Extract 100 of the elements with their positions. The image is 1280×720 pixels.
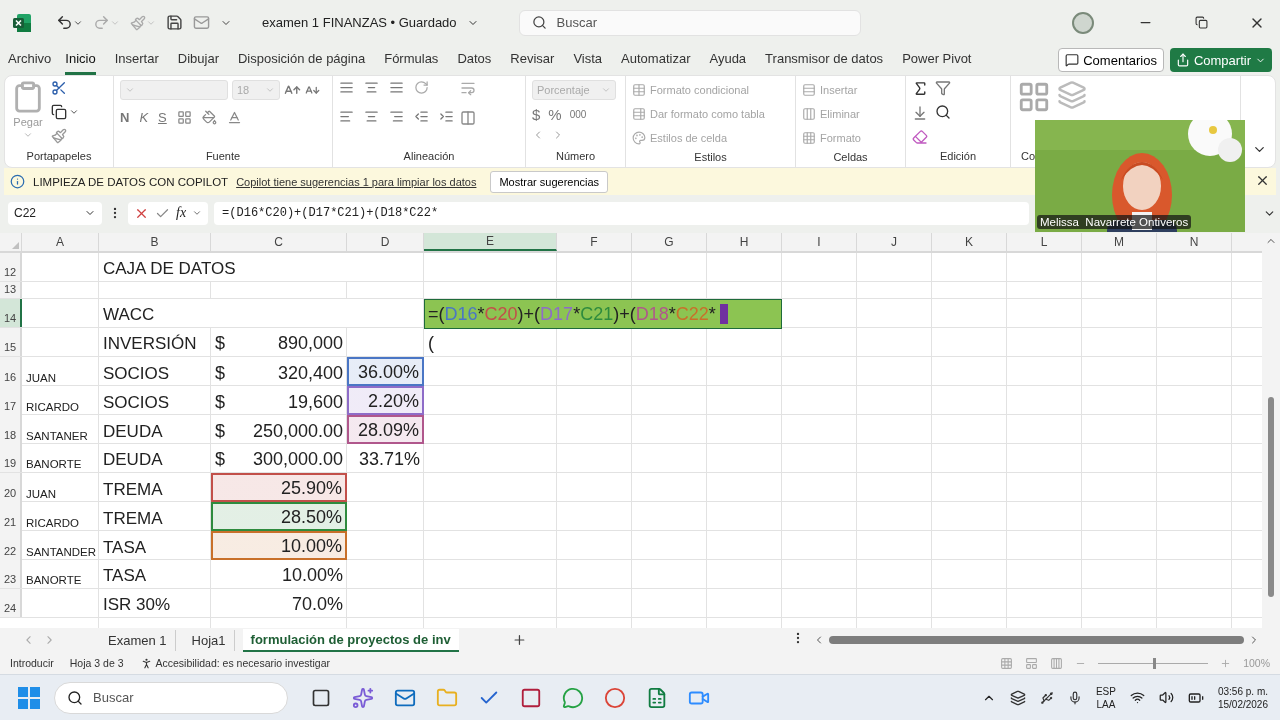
indent-decrease-icon[interactable] <box>414 109 429 124</box>
taskbar-search-field[interactable]: Buscar <box>54 681 288 714</box>
fill-color-icon[interactable] <box>201 110 217 125</box>
copy-icon[interactable] <box>51 104 67 120</box>
sheet-cell[interactable]: TASA <box>99 560 211 588</box>
align-bottom-icon[interactable] <box>389 80 404 95</box>
sheet-cell[interactable]: RICARDO <box>22 502 99 531</box>
fill-down-icon[interactable] <box>912 105 928 121</box>
keyboard-layout[interactable]: LAA <box>1096 697 1116 711</box>
sparkles-icon[interactable] <box>352 686 374 709</box>
show-suggestions-button[interactable]: Mostrar sugerencias <box>490 170 609 193</box>
menu-tab[interactable]: Datos <box>457 45 492 75</box>
orientation-icon[interactable] <box>414 80 429 95</box>
square-app-icon[interactable] <box>520 686 542 709</box>
row-header[interactable]: 16 <box>0 357 22 386</box>
underline-button[interactable]: S <box>158 110 167 125</box>
sheet-cell[interactable]: 19,600 <box>287 392 343 413</box>
accessibility-status[interactable]: Accesibilidad: es necesario investigar <box>155 657 330 669</box>
sheet-cell[interactable]: TREMA <box>99 473 211 502</box>
sheet-cell[interactable]: BANORTE <box>22 560 99 588</box>
sheet-cell[interactable]: ( <box>424 328 557 356</box>
row-header[interactable]: 22 <box>0 531 22 560</box>
paintbrush-icon[interactable] <box>130 14 146 31</box>
sheet-cell[interactable]: 28.09% <box>347 415 424 444</box>
search-icon[interactable] <box>935 104 951 120</box>
menu-tab[interactable]: Archivo <box>8 45 52 75</box>
align-left-icon[interactable] <box>339 109 354 124</box>
chevron-down-icon[interactable] <box>69 107 79 117</box>
zoom-slider[interactable] <box>1153 657 1157 669</box>
align-right-icon[interactable] <box>389 109 404 124</box>
sheet-cell[interactable]: DEUDA <box>99 444 211 472</box>
task-view-icon[interactable] <box>311 687 331 708</box>
wrap-text-icon[interactable] <box>460 80 476 96</box>
row-header[interactable]: 15 <box>0 328 22 356</box>
sort-filter-icon[interactable] <box>935 80 951 96</box>
menu-tab[interactable]: Transmisor de datos <box>765 45 884 75</box>
percent-button[interactable]: % <box>548 106 562 123</box>
layers-icon[interactable] <box>1057 80 1087 110</box>
save-icon[interactable] <box>166 14 183 31</box>
sheet-cell[interactable]: JUAN <box>22 357 99 386</box>
sheet-cell[interactable]: DEUDA <box>99 415 211 444</box>
volume-icon[interactable] <box>1158 690 1174 705</box>
menu-tab[interactable]: Insertar <box>114 45 159 75</box>
currency-button[interactable]: $ <box>532 106 541 123</box>
sheet-cell[interactable]: 10.00% <box>211 531 347 560</box>
sheet-cell[interactable]: RICARDO <box>22 386 99 415</box>
sheet-cell[interactable]: TASA <box>99 531 211 560</box>
page-break-icon[interactable] <box>1050 656 1064 670</box>
row-header[interactable]: 20 <box>0 473 22 502</box>
spreadsheet-icon[interactable] <box>646 686 668 709</box>
sheet-cell[interactable]: 33.71% <box>347 444 424 472</box>
sheet-cell[interactable]: 25.90% <box>211 473 347 502</box>
menu-tab[interactable]: Ayuda <box>709 45 747 75</box>
borders-icon[interactable] <box>176 110 192 125</box>
align-center-icon[interactable] <box>364 109 379 124</box>
close-icon[interactable] <box>1255 173 1270 188</box>
cell-editor[interactable]: =(D16*C20)+(D17*C21)+(D18*C22* <box>424 299 782 329</box>
name-box[interactable]: C22 <box>8 201 102 225</box>
sheet-cell[interactable]: 28.50% <box>211 502 347 531</box>
grid-icon[interactable] <box>1017 80 1051 114</box>
sheet-cell[interactable]: 320,400 <box>277 363 343 384</box>
sheet-cell[interactable]: SANTANER <box>22 415 99 444</box>
search-field[interactable]: Buscar <box>518 9 861 36</box>
sheet-cell[interactable]: SANTANDER <box>22 531 99 560</box>
comments-button[interactable]: Comentarios <box>1058 48 1164 72</box>
sheet-cell[interactable]: 10.00% <box>211 560 347 588</box>
row-header[interactable]: 14 <box>0 299 22 327</box>
microphone-icon[interactable] <box>1067 690 1082 705</box>
row-header[interactable]: 23 <box>0 560 22 588</box>
chevron-down-icon[interactable] <box>192 208 203 218</box>
sheet-tab[interactable]: formulación de proyectos de inv <box>242 628 459 652</box>
start-icon[interactable] <box>18 686 40 709</box>
sheet-cell[interactable]: 300,000.00 <box>252 449 343 470</box>
menu-tab[interactable]: Dibujar <box>177 45 219 75</box>
page-layout-icon[interactable] <box>1025 656 1039 670</box>
row-header[interactable]: 21 <box>0 502 22 531</box>
row-header[interactable]: 24 <box>0 589 22 617</box>
document-title[interactable]: examen 1 FINANZAS • Guardado <box>262 15 457 30</box>
restore-icon[interactable] <box>1194 16 1208 29</box>
indent-increase-icon[interactable] <box>439 109 454 124</box>
normal-view-icon[interactable] <box>1000 656 1014 670</box>
menu-tab[interactable]: Vista <box>573 45 603 75</box>
cut-icon[interactable] <box>51 80 67 96</box>
wifi-icon[interactable] <box>1129 690 1145 705</box>
row-header[interactable]: 12 <box>0 253 22 281</box>
mail-icon[interactable] <box>193 14 210 31</box>
align-top-icon[interactable] <box>339 80 354 95</box>
menu-tab[interactable]: Revisar <box>510 45 555 75</box>
eraser-icon[interactable] <box>912 129 928 145</box>
scrollbar-thumb[interactable] <box>1268 397 1274 597</box>
avatar[interactable] <box>1072 11 1094 34</box>
thousands-button[interactable]: 000 <box>569 109 587 120</box>
merge-cells-icon[interactable] <box>460 110 476 126</box>
sheet-tab[interactable]: Hoja1 <box>183 629 235 651</box>
menu-tab[interactable]: Disposición de página <box>238 45 366 75</box>
italic-button[interactable]: K <box>139 110 149 125</box>
column-header[interactable]: E <box>424 233 557 251</box>
paintbrush-icon[interactable] <box>51 128 67 144</box>
chat-icon[interactable] <box>562 686 584 709</box>
bold-button[interactable]: N <box>120 110 130 125</box>
